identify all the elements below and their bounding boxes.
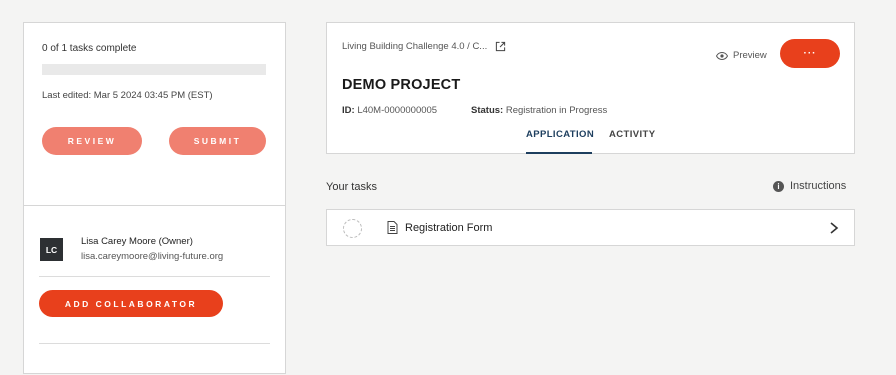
project-status-label: Status: <box>471 105 504 116</box>
breadcrumb: Living Building Challenge 4.0 / C... <box>342 41 506 52</box>
divider <box>39 276 270 277</box>
tab-application[interactable]: APPLICATION <box>526 129 594 154</box>
task-row[interactable]: Registration Form <box>326 209 855 246</box>
last-edited-text: Last edited: Mar 5 2024 03:45 PM (EST) <box>42 90 213 101</box>
progress-bar <box>42 64 266 75</box>
owner-name: Lisa Carey Moore (Owner) <box>81 236 193 247</box>
submission-panel: 0 of 1 tasks complete Last edited: Mar 5… <box>23 22 286 374</box>
info-icon: i <box>773 180 784 192</box>
tasks-heading: Your tasks <box>326 181 377 193</box>
instructions-link[interactable]: i Instructions <box>773 180 846 192</box>
document-icon <box>387 221 398 234</box>
project-header-card: Living Building Challenge 4.0 / C... Pre… <box>326 22 855 154</box>
owner-email: lisa.careymoore@living-future.org <box>81 251 224 262</box>
avatar: LC <box>40 238 63 261</box>
eye-icon <box>716 51 728 60</box>
project-status: Status: Registration in Progress <box>471 105 607 116</box>
preview-label: Preview <box>733 50 767 61</box>
project-id-value: L40M-0000000005 <box>357 105 438 116</box>
page-title: DEMO PROJECT <box>342 77 461 93</box>
divider <box>39 343 270 344</box>
more-actions-button[interactable]: ··· <box>780 39 840 68</box>
submit-button[interactable]: SUBMIT <box>169 127 266 155</box>
add-collaborator-button[interactable]: ADD COLLABORATOR <box>39 290 223 317</box>
task-label: Registration Form <box>405 222 493 234</box>
instructions-label: Instructions <box>790 180 847 192</box>
external-link-icon[interactable] <box>495 41 506 52</box>
review-button[interactable]: REVIEW <box>42 127 142 155</box>
breadcrumb-text[interactable]: Living Building Challenge 4.0 / C... <box>342 41 487 52</box>
tab-activity[interactable]: ACTIVITY <box>609 129 655 154</box>
chevron-right-icon[interactable] <box>827 220 841 236</box>
status-badge: Registration in Progress <box>505 105 608 116</box>
progress-text: 0 of 1 tasks complete <box>42 43 137 54</box>
preview-link[interactable]: Preview <box>716 50 767 61</box>
task-status-circle <box>343 219 362 238</box>
submission-status-section: 0 of 1 tasks complete Last edited: Mar 5… <box>24 23 285 206</box>
project-id: ID: L40M-0000000005 <box>342 105 437 116</box>
project-id-label: ID: <box>342 105 355 116</box>
